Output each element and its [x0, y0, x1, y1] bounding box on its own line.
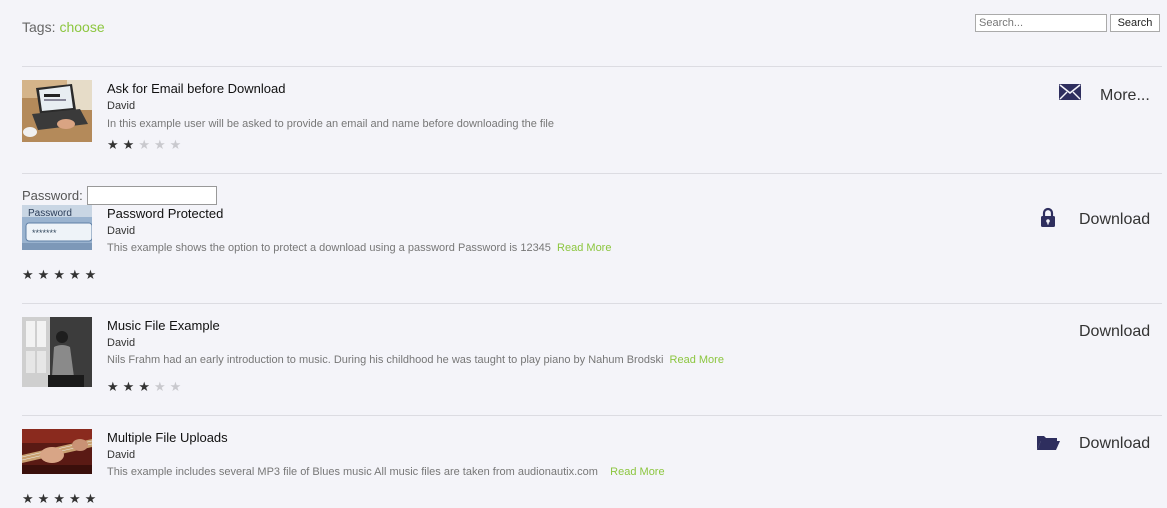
- star-filled-icon[interactable]: ★: [69, 491, 85, 506]
- star-filled-icon[interactable]: ★: [69, 267, 85, 282]
- item-title[interactable]: Ask for Email before Download: [107, 81, 285, 96]
- star-filled-icon[interactable]: ★: [53, 491, 69, 506]
- star-empty-icon[interactable]: ★: [170, 137, 186, 152]
- tags-choose-link[interactable]: choose: [59, 19, 104, 35]
- tags-filter: Tags: choose: [22, 19, 105, 35]
- search-button[interactable]: Search: [1110, 14, 1160, 32]
- star-empty-icon[interactable]: ★: [170, 379, 186, 394]
- item-description-text: In this example user will be asked to pr…: [107, 118, 554, 130]
- rating-stars: ★★★★★: [22, 268, 100, 282]
- star-filled-icon[interactable]: ★: [22, 267, 38, 282]
- read-more-link[interactable]: Read More: [670, 354, 724, 366]
- star-filled-icon[interactable]: ★: [123, 379, 139, 394]
- read-more-link[interactable]: Read More: [610, 466, 664, 478]
- star-filled-icon[interactable]: ★: [22, 491, 38, 506]
- item-author: David: [107, 225, 136, 237]
- star-filled-icon[interactable]: ★: [138, 379, 154, 394]
- rating-stars: ★★★★★: [107, 380, 185, 394]
- envelope-icon[interactable]: [1059, 84, 1081, 105]
- item-title[interactable]: Music File Example: [107, 318, 220, 333]
- star-filled-icon[interactable]: ★: [107, 379, 123, 394]
- list-item: Multiple File Uploads David This example…: [0, 416, 1167, 508]
- list-item: Ask for Email before Download David In t…: [0, 67, 1167, 173]
- thumbnail-email[interactable]: [22, 80, 92, 142]
- item-author: David: [107, 337, 136, 349]
- read-more-link[interactable]: Read More: [557, 242, 611, 254]
- item-description: This example shows the option to protect…: [107, 242, 611, 254]
- download-link[interactable]: Download: [1079, 435, 1150, 453]
- folder-open-icon[interactable]: [1036, 433, 1061, 456]
- more-link[interactable]: More...: [1100, 87, 1150, 105]
- star-empty-icon[interactable]: ★: [138, 137, 154, 152]
- star-filled-icon[interactable]: ★: [85, 267, 101, 282]
- rating-stars: ★★★★★: [22, 492, 100, 506]
- item-author: David: [107, 449, 136, 461]
- thumbnail-password[interactable]: Password *******: [22, 205, 92, 250]
- star-filled-icon[interactable]: ★: [38, 267, 54, 282]
- list-item: Music File Example David Nils Frahm had …: [0, 304, 1167, 415]
- item-description: In this example user will be asked to pr…: [107, 118, 554, 130]
- star-empty-icon[interactable]: ★: [154, 137, 170, 152]
- search-input[interactable]: [975, 14, 1107, 32]
- item-title[interactable]: Multiple File Uploads: [107, 430, 228, 445]
- item-description-text: This example includes several MP3 file o…: [107, 466, 598, 478]
- svg-text:Password: Password: [28, 208, 72, 219]
- item-title[interactable]: Password Protected: [107, 206, 223, 221]
- item-description: This example includes several MP3 file o…: [107, 466, 665, 478]
- tags-label: Tags:: [22, 19, 56, 35]
- thumbnail-guitar[interactable]: [22, 429, 92, 474]
- star-empty-icon[interactable]: ★: [154, 379, 170, 394]
- item-description: Nils Frahm had an early introduction to …: [107, 354, 724, 366]
- svg-text:*******: *******: [32, 228, 57, 238]
- top-bar: Tags: choose Search: [0, 0, 1167, 66]
- star-filled-icon[interactable]: ★: [85, 491, 101, 506]
- star-filled-icon[interactable]: ★: [53, 267, 69, 282]
- item-author: David: [107, 100, 136, 112]
- download-link[interactable]: Download: [1079, 211, 1150, 229]
- star-filled-icon[interactable]: ★: [123, 137, 139, 152]
- download-link[interactable]: Download: [1079, 323, 1150, 341]
- item-description-text: This example shows the option to protect…: [107, 242, 551, 254]
- star-filled-icon[interactable]: ★: [38, 491, 54, 506]
- thumbnail-music[interactable]: [22, 317, 92, 387]
- star-filled-icon[interactable]: ★: [107, 137, 123, 152]
- list-item: Password ******* Password Protected Davi…: [0, 174, 1167, 303]
- item-description-text: Nils Frahm had an early introduction to …: [107, 354, 664, 366]
- rating-stars: ★★★★★: [107, 138, 185, 152]
- lock-icon[interactable]: [1040, 207, 1056, 232]
